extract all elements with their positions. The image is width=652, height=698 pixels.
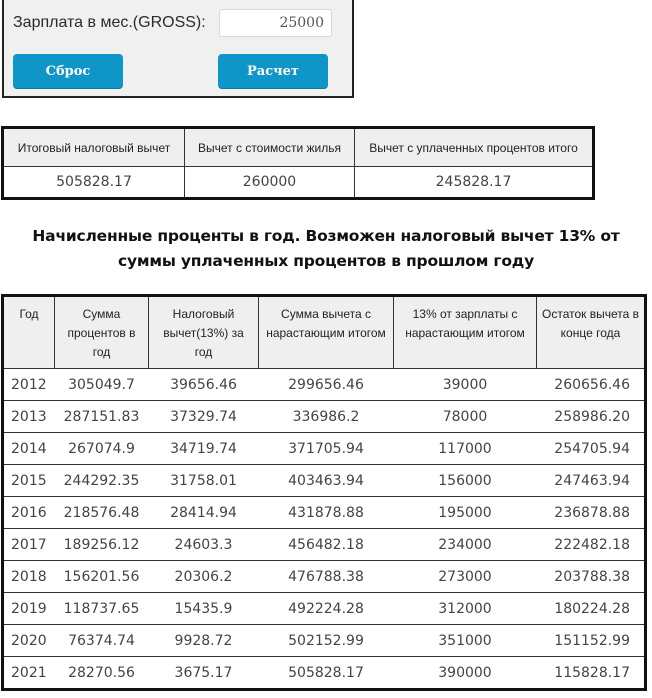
cell-year: 2021: [11, 664, 47, 681]
cell-tax-deduction-per-year: 39656.46: [148, 368, 259, 401]
header-cumulative-salary-13: 13% от зарплаты с нарастающим итогом: [393, 295, 537, 369]
header-cumulative-deduction: Сумма вычета с нарастающим итогом: [258, 295, 394, 369]
cell-interest-per-year: 218576.48: [54, 496, 149, 529]
summary-total-deduction: 505828.17: [2, 166, 185, 199]
table-row: 2013 287151.83 37329.74 336986.2 78000 258986…: [2, 400, 646, 433]
section-title: Начисленные проценты в год. Возможен нал…: [0, 224, 652, 274]
cell-interest-per-year: 76374.74: [54, 624, 149, 657]
summary-housing-deduction: 260000: [184, 166, 355, 199]
table-row: 2019 118737.65 15435.9 492224.28 312000 18022…: [2, 592, 646, 625]
cell-remaining-deduction: 260656.46: [536, 368, 646, 401]
cell-cumulative-salary-13: 39000: [393, 368, 537, 401]
cell-cumulative-deduction: 403463.94: [258, 464, 394, 497]
cell-remaining-deduction: 203788.38: [536, 560, 646, 593]
table-row: 2016 218576.48 28414.94 431878.88 195000 2368…: [2, 496, 646, 529]
cell-interest-per-year: 244292.35: [54, 464, 149, 497]
cell-cumulative-deduction: 505828.17: [288, 664, 364, 681]
cell-cumulative-deduction: 492224.28: [258, 592, 394, 625]
cell-tax-deduction-per-year: 24603.3: [148, 528, 259, 561]
header-remaining-deduction: Остаток вычета в конце года: [536, 295, 646, 369]
cell-interest-per-year: 28270.56: [68, 664, 135, 681]
schedule-body: 2012 305049.7 39656.46 299656.46 39000 260656…: [2, 368, 646, 690]
cell-remaining-deduction: 115828.17: [554, 664, 630, 681]
summary-interest-deduction: 245828.17: [435, 174, 512, 190]
cell-remaining-deduction: 247463.94: [536, 464, 646, 497]
cell-tax-deduction-per-year: 9928.72: [148, 624, 259, 657]
cell-remaining-deduction: 180224.28: [536, 592, 646, 625]
reset-button[interactable]: Сброс: [13, 54, 123, 88]
cell-cumulative-deduction: 371705.94: [258, 432, 394, 465]
header-interest-per-year: Сумма процентов в год: [54, 295, 149, 369]
cell-interest-per-year: 118737.65: [54, 592, 149, 625]
cell-tax-deduction-per-year: 20306.2: [148, 560, 259, 593]
cell-year: 2018: [2, 560, 55, 593]
cell-interest-per-year: 189256.12: [54, 528, 149, 561]
table-row: 2015 244292.35 31758.01 403463.94 156000 2474…: [2, 464, 646, 497]
cell-tax-deduction-per-year: 28414.94: [148, 496, 259, 529]
cell-tax-deduction-per-year: 3675.17: [174, 664, 233, 681]
cell-year: 2016: [2, 496, 55, 529]
cell-year: 2014: [2, 432, 55, 465]
table-row: 2020 76374.74 9928.72 502152.99 351000 151152…: [2, 624, 646, 657]
cell-tax-deduction-per-year: 34719.74: [148, 432, 259, 465]
cell-cumulative-salary-13: 156000: [393, 464, 537, 497]
cell-cumulative-deduction: 456482.18: [258, 528, 394, 561]
cell-cumulative-deduction: 336986.2: [258, 400, 394, 433]
table-row: 2021 28270.56 3675.17 505828.17 390000 115828…: [3, 657, 646, 690]
cell-interest-per-year: 156201.56: [54, 560, 149, 593]
section-title-line-1: Начисленные проценты в год. Возможен нал…: [32, 227, 620, 245]
cell-remaining-deduction: 258986.20: [536, 400, 646, 433]
summary-header-total-deduction: Итоговый налоговый вычет: [2, 127, 185, 167]
cell-remaining-deduction: 254705.94: [536, 432, 646, 465]
header-tax-deduction-per-year: Налоговый вычет(13%) за год: [148, 295, 259, 369]
cell-remaining-deduction: 222482.18: [536, 528, 646, 561]
schedule-header-row: Год Сумма процентов в год Налоговый выче…: [2, 295, 646, 369]
cell-interest-per-year: 267074.9: [54, 432, 149, 465]
cell-year: 2012: [2, 368, 55, 401]
calculate-button[interactable]: Расчет: [218, 54, 328, 88]
calculator-panel: Зарплата в мес.(GROSS): Сброс Расчет: [2, 0, 354, 98]
summary-values-row: 505828.17 260000 245828.17: [2, 166, 594, 199]
cell-cumulative-salary-13: 351000: [393, 624, 537, 657]
cell-cumulative-deduction: 431878.88: [258, 496, 394, 529]
cell-year: 2017: [2, 528, 55, 561]
cell-interest-per-year: 287151.83: [54, 400, 149, 433]
table-row: 2012 305049.7 39656.46 299656.46 39000 260656…: [2, 368, 646, 401]
section-title-line-2: суммы уплаченных процентов в прошлом год…: [117, 252, 534, 270]
salary-label: Зарплата в мес.(GROSS):: [13, 14, 206, 31]
cell-year: 2019: [2, 592, 55, 625]
cell-tax-deduction-per-year: 15435.9: [148, 592, 259, 625]
table-row: 2018 156201.56 20306.2 476788.38 273000 20378…: [2, 560, 646, 593]
cell-cumulative-deduction: 502152.99: [258, 624, 394, 657]
salary-input[interactable]: [219, 9, 332, 37]
summary-header-interest-deduction: Вычет с уплаченных процентов итого: [354, 127, 594, 167]
table-row: 2014 267074.9 34719.74 371705.94 117000 25470…: [2, 432, 646, 465]
summary-header-row: Итоговый налоговый вычет Вычет с стоимос…: [2, 127, 594, 167]
schedule-table: Год Сумма процентов в год Налоговый выче…: [1, 294, 647, 691]
cell-cumulative-salary-13: 78000: [393, 400, 537, 433]
cell-cumulative-salary-13: 234000: [393, 528, 537, 561]
table-row: 2017 189256.12 24603.3 456482.18 234000 22248…: [2, 528, 646, 561]
summary-table: Итоговый налоговый вычет Вычет с стоимос…: [1, 126, 595, 200]
cell-tax-deduction-per-year: 37329.74: [148, 400, 259, 433]
cell-cumulative-salary-13: 117000: [393, 432, 537, 465]
cell-remaining-deduction: 151152.99: [536, 624, 646, 657]
summary-header-housing-deduction: Вычет с стоимости жилья: [184, 127, 355, 167]
cell-remaining-deduction: 236878.88: [536, 496, 646, 529]
cell-cumulative-deduction: 476788.38: [258, 560, 394, 593]
cell-year: 2015: [2, 464, 55, 497]
cell-tax-deduction-per-year: 31758.01: [148, 464, 259, 497]
cell-cumulative-salary-13: 273000: [393, 560, 537, 593]
header-year: Год: [2, 295, 55, 369]
cell-cumulative-salary-13: 390000: [438, 664, 492, 681]
cell-cumulative-salary-13: 195000: [393, 496, 537, 529]
cell-cumulative-salary-13: 312000: [393, 592, 537, 625]
cell-interest-per-year: 305049.7: [54, 368, 149, 401]
cell-year: 2013: [2, 400, 55, 433]
cell-year: 2020: [2, 624, 55, 657]
cell-cumulative-deduction: 299656.46: [258, 368, 394, 401]
